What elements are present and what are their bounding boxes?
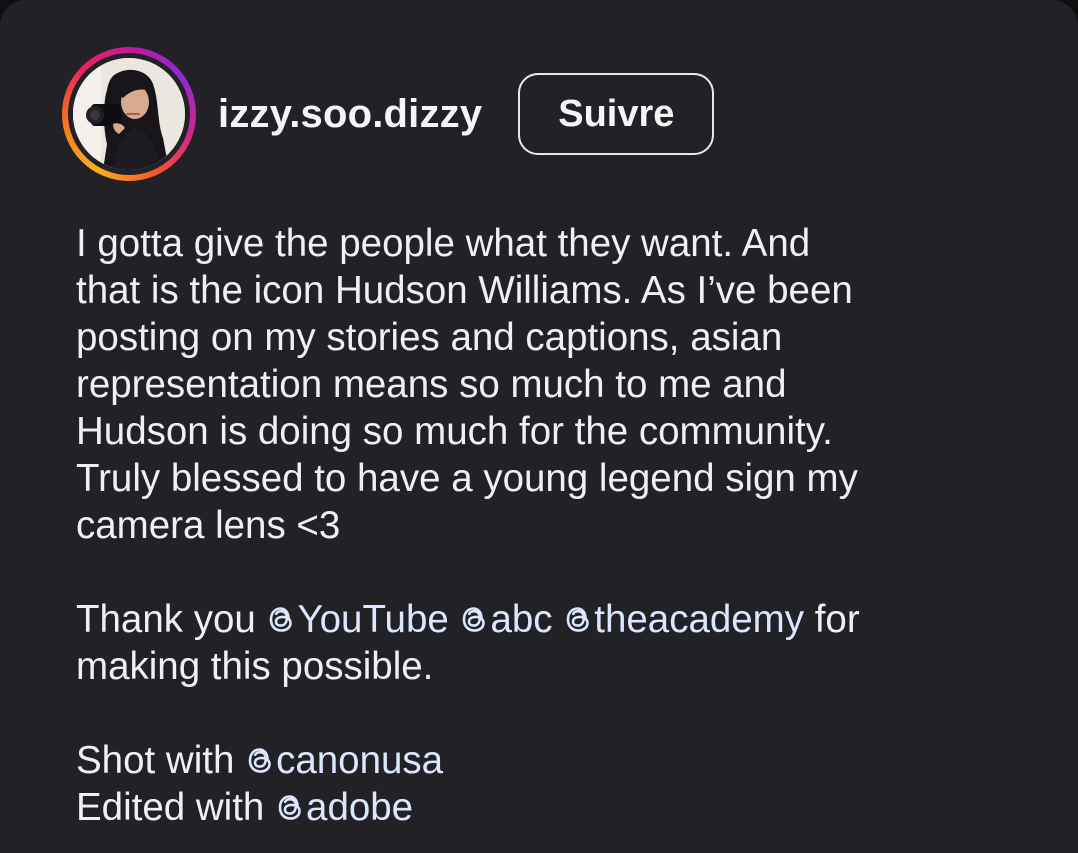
caption-line: that is the icon Hudson Williams. As I’v… [76, 269, 853, 312]
mention-handle: abc [490, 598, 553, 641]
caption-line: Truly blessed to have a young legend sig… [76, 457, 858, 500]
mention-handle: theacademy [594, 598, 805, 641]
thanks-paragraph: Thank you YouTube abc theacademy for mak… [76, 596, 1036, 690]
post-sheet: izzy.soo.dizzy Suivre I gotta give the p… [0, 0, 1078, 853]
username[interactable]: izzy.soo.dizzy [218, 92, 482, 137]
post-caption: I gotta give the people what they want. … [76, 220, 1036, 831]
caption-line: representation means so much to me and [76, 363, 787, 406]
mention-abc[interactable]: abc [459, 598, 553, 641]
shot-with-prefix: Shot with [76, 739, 235, 782]
mention-theacademy[interactable]: theacademy [563, 598, 804, 641]
threads-icon [266, 602, 296, 636]
thanks-line-2: making this possible. [76, 645, 434, 688]
threads-icon [563, 602, 593, 636]
mention-handle: YouTube [297, 598, 449, 641]
mention-youtube[interactable]: YouTube [266, 598, 449, 641]
caption-paragraph: I gotta give the people what they want. … [76, 220, 1036, 549]
thanks-prefix: Thank you [76, 598, 256, 641]
mention-handle: adobe [306, 786, 414, 829]
threads-icon [275, 790, 305, 824]
caption-line: I gotta give the people what they want. … [76, 222, 811, 265]
thanks-suffix: for [814, 598, 860, 641]
credits-paragraph: Shot with canonusa Edited with adobe [76, 737, 1036, 831]
threads-icon [459, 602, 489, 636]
avatar-ring-gap [68, 53, 190, 175]
caption-line: Hudson is doing so much for the communit… [76, 410, 833, 453]
threads-icon [245, 743, 275, 777]
shot-with-line: Shot with canonusa [76, 737, 1036, 784]
edited-with-prefix: Edited with [76, 786, 265, 829]
thanks-line: Thank you YouTube abc theacademy for [76, 596, 1036, 643]
mention-adobe[interactable]: adobe [275, 786, 413, 829]
caption-line: posting on my stories and captions, asia… [76, 316, 783, 359]
follow-button[interactable]: Suivre [518, 73, 715, 155]
edited-with-line: Edited with adobe [76, 784, 1036, 831]
avatar-story-ring[interactable] [62, 47, 196, 181]
mention-canonusa[interactable]: canonusa [245, 739, 443, 782]
mention-handle: canonusa [276, 739, 444, 782]
caption-line: camera lens <3 [76, 504, 341, 547]
avatar[interactable] [73, 58, 185, 170]
post-header: izzy.soo.dizzy Suivre [62, 46, 715, 182]
